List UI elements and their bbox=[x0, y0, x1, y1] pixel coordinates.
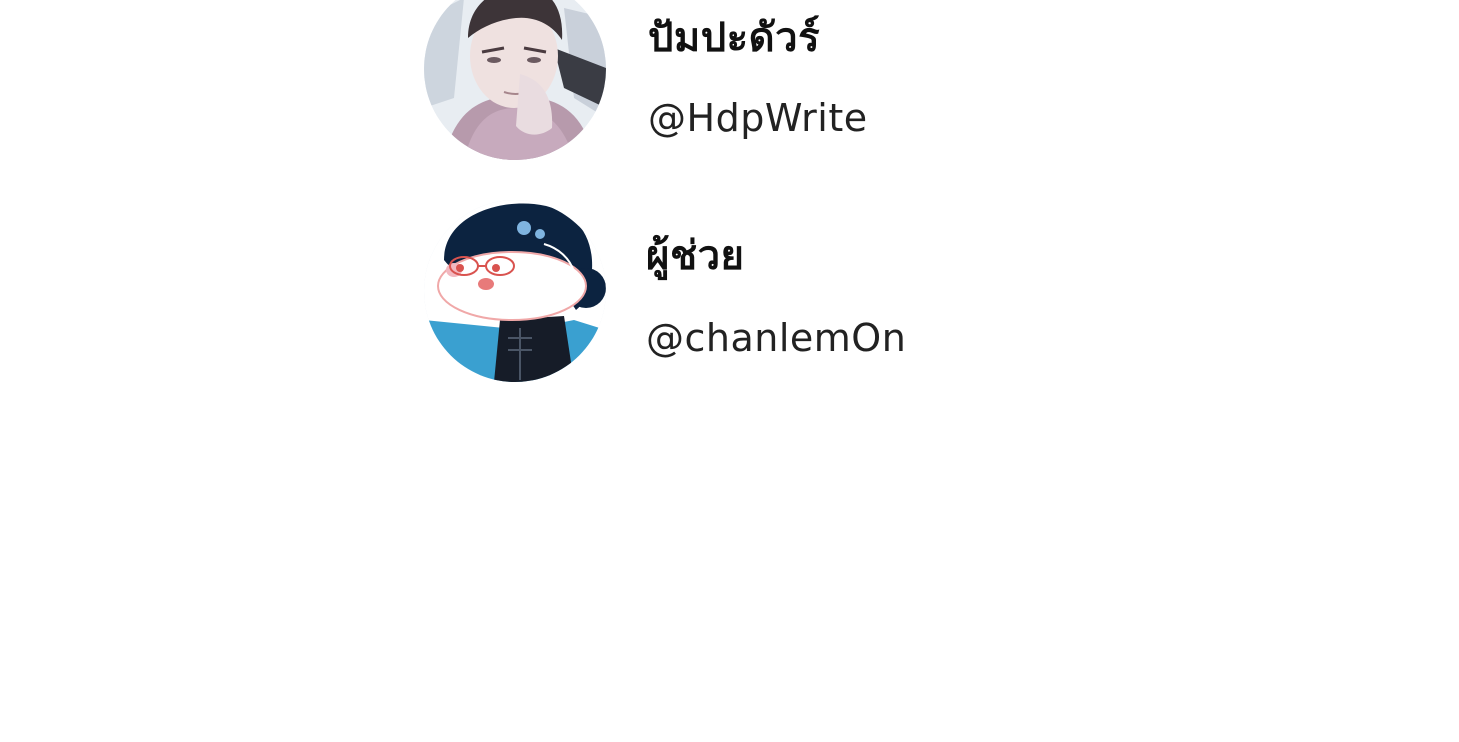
illustrated-man-avatar-icon bbox=[424, 0, 606, 160]
profile-card-writer: ปัมปะดัวร์ @HdpWrite bbox=[424, 0, 944, 160]
credits-page: ปัมปะดัวร์ @HdpWrite ผู้ช่วย @chanlemOn bbox=[0, 0, 1459, 742]
writer-name: ปัมปะดัวร์ bbox=[648, 15, 821, 61]
profile-card-assistant: ผู้ช่วย @chanlemOn bbox=[424, 200, 944, 382]
assistant-name: ผู้ช่วย bbox=[646, 233, 745, 279]
assistant-handle[interactable]: @chanlemOn bbox=[646, 314, 906, 362]
assistant-avatar[interactable] bbox=[424, 200, 606, 382]
illustrated-girl-avatar-icon bbox=[424, 200, 606, 382]
writer-handle[interactable]: @HdpWrite bbox=[648, 94, 868, 142]
writer-avatar[interactable] bbox=[424, 0, 606, 160]
